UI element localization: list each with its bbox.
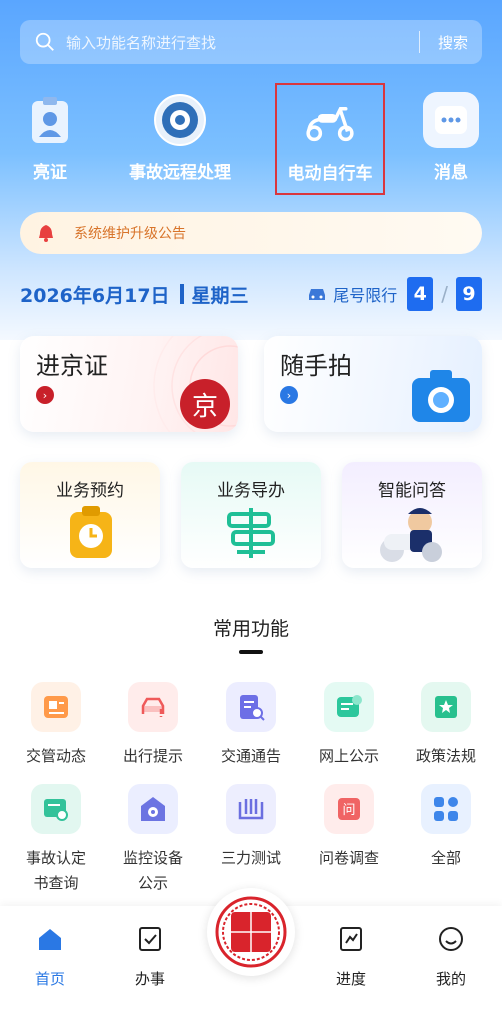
arrow-right-icon: › (280, 386, 298, 404)
notice-search-icon (226, 682, 276, 732)
service-label: 业务预约 (56, 481, 124, 501)
police-robot-icon (380, 508, 442, 562)
checklist-icon (139, 927, 161, 951)
quick-show-license[interactable]: 亮证 (10, 86, 90, 183)
card-jinjing-permit[interactable]: 进京证 › 京 (20, 336, 238, 432)
func-label-line: 监控设备 (122, 849, 183, 867)
func-label: 交管动态 (25, 747, 86, 765)
service-guide[interactable]: 业务导办 (181, 462, 321, 568)
car-icon (309, 289, 326, 300)
search-bar[interactable]: 输入功能名称进行查找 搜索 (20, 20, 482, 64)
accident-search-icon (31, 784, 81, 834)
jing-badge-icon: 京 (180, 379, 230, 429)
law-book-icon (421, 682, 471, 732)
func-label-line: 公示 (137, 874, 168, 892)
func-traffic-notice[interactable]: 交通通告 (209, 682, 293, 769)
func-label: 政策法规 (415, 747, 476, 765)
service-smart-qa[interactable]: 智能问答 (342, 462, 482, 568)
func-label: 交通通告 (220, 747, 281, 765)
tab-services[interactable]: 办事 (120, 924, 180, 989)
progress-icon (340, 927, 362, 951)
id-badge-icon (22, 92, 78, 148)
func-three-ability-test[interactable]: 三力测试 (209, 784, 293, 871)
func-label: 出行提示 (122, 747, 183, 765)
home-icon (39, 929, 61, 950)
func-label-line: 事故认定 (25, 849, 86, 867)
tab-label: 进度 (335, 970, 366, 988)
tab-progress[interactable]: 进度 (321, 924, 381, 989)
survey-icon: 问 (324, 784, 374, 834)
func-traffic-news[interactable]: 交管动态 (14, 682, 98, 769)
notice-text: 系统维护升级公告 (74, 226, 186, 242)
func-label: 三力测试 (220, 849, 281, 867)
profile-icon (439, 927, 463, 951)
func-label: 事故认定 书查询 (14, 846, 98, 896)
card-title: 进京证 (36, 352, 108, 380)
quick-actions: 亮证 事故远程处理 电动自行车 消息 (0, 83, 502, 196)
book-test-icon (226, 784, 276, 834)
service-label: 业务导办 (217, 481, 285, 501)
tab-label: 首页 (34, 970, 65, 988)
plate-restriction[interactable]: 尾号限行 4 / 9 (307, 277, 482, 311)
bell-icon (39, 225, 53, 242)
search-button[interactable]: 搜索 (438, 32, 468, 53)
restriction-separator: / (441, 282, 448, 306)
weekday: 星期三 (191, 284, 249, 307)
section-title: 常用功能 (212, 618, 289, 640)
func-accident-report[interactable]: 事故认定 书查询 (14, 784, 98, 896)
card-suishoupai[interactable]: 随手拍 › (264, 336, 482, 432)
police-emblem-icon (152, 92, 208, 148)
func-camera-devices[interactable]: 监控设备 公示 (111, 784, 195, 896)
quick-label: 亮证 (33, 163, 67, 183)
car-alert-icon (128, 682, 178, 732)
news-icon (31, 682, 81, 732)
police-seal-icon (215, 896, 287, 968)
beijing-traffic-police-logo[interactable] (207, 888, 295, 976)
service-label: 智能问答 (378, 481, 446, 501)
clock-clipboard-icon (70, 506, 112, 558)
plate-restriction-label: 尾号限行 (333, 286, 398, 305)
scooter-icon (302, 93, 358, 149)
func-label-line: 书查询 (33, 874, 79, 892)
card-title: 随手拍 (280, 352, 352, 380)
arrow-right-icon: › (36, 386, 54, 404)
svg-text:问: 问 (342, 803, 355, 818)
guide-sign-icon (227, 508, 275, 558)
quick-label: 消息 (434, 163, 468, 183)
func-label: 网上公示 (318, 747, 379, 765)
tab-label: 办事 (134, 970, 165, 988)
func-survey[interactable]: 问 问卷调查 (307, 784, 391, 871)
section-underline (239, 650, 263, 654)
search-input[interactable]: 输入功能名称进行查找 (66, 32, 419, 53)
quick-messages[interactable]: 消息 (416, 86, 486, 183)
func-online-publicity[interactable]: 网上公示 (307, 682, 391, 769)
func-policy-law[interactable]: 政策法规 (404, 682, 488, 769)
grid-all-icon (421, 784, 471, 834)
tab-home[interactable]: 首页 (20, 924, 80, 989)
quick-accident-remote[interactable]: 事故远程处理 (118, 86, 242, 183)
func-travel-tips[interactable]: 出行提示 (111, 682, 195, 769)
tab-label: 我的 (435, 970, 466, 988)
current-date: 2026年6月17日 (20, 284, 170, 307)
camera-device-icon (128, 784, 178, 834)
message-icon (423, 92, 479, 148)
func-all[interactable]: 全部 (404, 784, 488, 871)
camera-icon (412, 370, 470, 422)
search-icon (35, 32, 54, 51)
func-label: 问卷调查 (318, 849, 379, 867)
quick-label: 电动自行车 (287, 164, 373, 184)
search-divider (418, 31, 420, 53)
tab-profile[interactable]: 我的 (421, 924, 481, 989)
date-divider (179, 284, 184, 304)
quick-label: 事故远程处理 (129, 163, 231, 183)
system-notice[interactable]: 系统维护升级公告 (20, 212, 482, 254)
restriction-number-2: 9 (456, 277, 482, 311)
web-notice-icon (324, 682, 374, 732)
service-appointment[interactable]: 业务预约 (20, 462, 160, 568)
date-line: 2026年6月17日 星期三 尾号限行 4 / 9 (20, 276, 482, 312)
quick-ebike[interactable]: 电动自行车 (275, 83, 385, 195)
restriction-number-1: 4 (407, 277, 434, 311)
func-label: 全部 (430, 849, 461, 867)
func-label: 监控设备 公示 (111, 846, 195, 896)
